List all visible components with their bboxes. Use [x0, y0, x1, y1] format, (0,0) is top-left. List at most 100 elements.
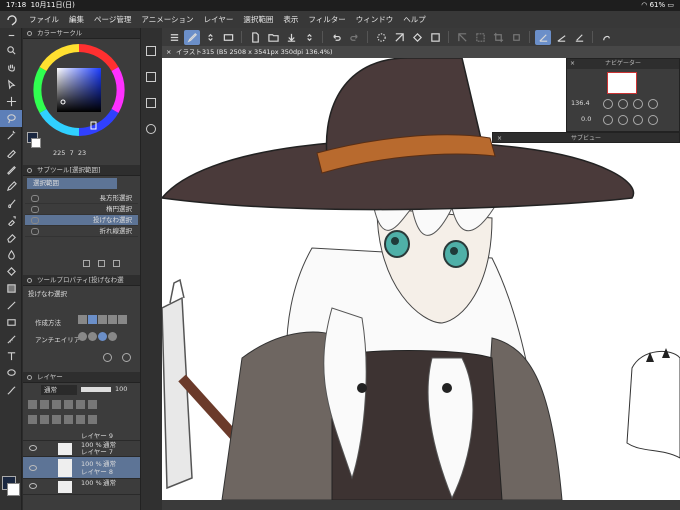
rotate-right-icon[interactable]	[618, 115, 628, 125]
menu-selection[interactable]: 選択範囲	[238, 11, 278, 28]
edit-mode-button[interactable]	[184, 29, 200, 45]
visibility-eye-icon[interactable]	[29, 483, 37, 489]
subtool-item-rect-select[interactable]: 長方形選択	[25, 193, 138, 204]
clear-button[interactable]	[391, 30, 407, 45]
ruler-button[interactable]	[553, 30, 569, 45]
operation-tool-icon[interactable]	[0, 76, 22, 93]
canvas-tab[interactable]: × イラスト315 (B5 2508 x 3541px 350dpi 136.4%…	[162, 46, 680, 58]
menu-file[interactable]: ファイル	[24, 11, 64, 28]
new-vector-layer-icon[interactable]	[40, 415, 49, 424]
clip-icon[interactable]	[28, 400, 37, 409]
trim-button[interactable]	[508, 30, 524, 45]
eraser-tool-icon[interactable]	[0, 229, 22, 246]
lock-alpha-icon[interactable]	[76, 400, 85, 409]
material-icon[interactable]	[146, 72, 156, 82]
export-icon[interactable]	[146, 46, 156, 56]
new-folder-icon[interactable]	[52, 415, 61, 424]
mask-icon[interactable]	[88, 400, 97, 409]
eyedropper-tool-icon[interactable]	[0, 144, 22, 161]
search-icon[interactable]	[122, 353, 131, 362]
ruler-tool-icon[interactable]	[0, 331, 22, 348]
loading-icon[interactable]	[373, 30, 389, 45]
pencil-tool-icon[interactable]	[0, 178, 22, 195]
companion-button[interactable]	[598, 30, 614, 45]
airbrush-tool-icon[interactable]	[0, 212, 22, 229]
antialias-none[interactable]	[78, 332, 87, 341]
antialias-weak[interactable]	[88, 332, 97, 341]
blend-mode-select[interactable]: 通常	[41, 385, 77, 395]
pen-tool-icon[interactable]	[0, 161, 22, 178]
panel-menu-icon[interactable]	[27, 31, 32, 36]
lasso-selection-tool-icon[interactable]	[0, 110, 22, 127]
sub-color-swatch[interactable]	[7, 483, 20, 496]
flip-horizontal-icon[interactable]	[648, 115, 658, 125]
magic-wand-tool-icon[interactable]	[0, 127, 22, 144]
select-selection-option[interactable]	[118, 315, 127, 324]
frame-tool-icon[interactable]	[0, 314, 22, 331]
hand-tool-icon[interactable]	[0, 59, 22, 76]
menu-help[interactable]: ヘルプ	[398, 11, 431, 28]
reference-icon[interactable]	[40, 400, 49, 409]
layer-row[interactable]: レイヤー 9	[23, 431, 140, 441]
layer-property-icon[interactable]	[146, 98, 156, 108]
antialias-strong[interactable]	[108, 332, 117, 341]
fill-button[interactable]	[409, 30, 425, 45]
layer-row[interactable]: 100 % 通常 レイヤー 7	[23, 441, 140, 457]
display-button[interactable]	[220, 30, 236, 45]
zoom-out-icon[interactable]	[603, 99, 613, 109]
zoom-in-icon[interactable]	[618, 99, 628, 109]
save-button[interactable]	[283, 30, 299, 45]
subtool-group-tab[interactable]: 選択範囲	[27, 178, 117, 189]
crop-button[interactable]	[490, 30, 506, 45]
chevron-updown-icon[interactable]	[301, 30, 317, 45]
deselect-button[interactable]	[454, 30, 470, 45]
new-subtool-icon[interactable]	[83, 260, 90, 267]
correct-line-tool-icon[interactable]	[0, 382, 22, 399]
antialias-medium[interactable]	[98, 332, 107, 341]
color-panel-sub-swatch[interactable]	[31, 138, 41, 148]
palette-grip-icon[interactable]	[0, 28, 22, 42]
delete-layer-icon[interactable]	[88, 415, 97, 424]
visibility-eye-icon[interactable]	[29, 445, 37, 451]
close-icon[interactable]: ×	[570, 59, 575, 69]
merge-down-icon[interactable]	[64, 415, 73, 424]
menu-filter[interactable]: フィルター	[303, 11, 350, 28]
add-selection-option[interactable]	[88, 315, 97, 324]
menu-toggle-button[interactable]	[166, 30, 182, 45]
reset-rotation-icon[interactable]	[633, 115, 643, 125]
text-tool-icon[interactable]	[0, 348, 22, 365]
app-logo-icon[interactable]	[4, 13, 20, 27]
invert-selection-button[interactable]	[472, 30, 488, 45]
pen-pressure-button[interactable]	[571, 30, 587, 45]
redo-button[interactable]	[346, 30, 362, 45]
new-file-button[interactable]	[247, 30, 263, 45]
menu-view[interactable]: 表示	[278, 11, 303, 28]
add-mask-icon[interactable]	[76, 415, 85, 424]
close-icon[interactable]: ×	[497, 133, 502, 144]
subtool-item-ellipse-select[interactable]: 楕円選択	[25, 204, 138, 215]
lock-icon[interactable]	[64, 400, 73, 409]
move-layer-tool-icon[interactable]	[0, 93, 22, 110]
blend-tool-icon[interactable]	[0, 246, 22, 263]
new-selection-option[interactable]	[78, 315, 87, 324]
canvas-horizontal-scrollbar[interactable]	[162, 500, 680, 510]
gradient-tool-icon[interactable]	[0, 280, 22, 297]
opacity-slider[interactable]	[81, 387, 111, 392]
layer-row[interactable]: 100 % 通常	[23, 479, 140, 495]
fit-icon[interactable]	[633, 99, 643, 109]
chevron-updown-icon[interactable]	[202, 30, 218, 45]
menu-animation[interactable]: アニメーション	[136, 11, 198, 28]
figure-tool-icon[interactable]	[0, 297, 22, 314]
delete-subtool-icon[interactable]	[113, 260, 120, 267]
menu-window[interactable]: ウィンドウ	[351, 11, 399, 28]
rotate-left-icon[interactable]	[603, 115, 613, 125]
zoom-tool-icon[interactable]	[0, 42, 22, 59]
subview-panel[interactable]: × サブビュー	[492, 132, 680, 143]
menu-page[interactable]: ページ管理	[89, 11, 136, 28]
brush-tool-icon[interactable]	[0, 195, 22, 212]
actual-size-icon[interactable]	[648, 99, 658, 109]
transform-button[interactable]	[427, 30, 443, 45]
open-folder-button[interactable]	[265, 30, 281, 45]
subtool-item-lasso-select[interactable]: 投げなわ選択	[25, 215, 138, 226]
duplicate-subtool-icon[interactable]	[98, 260, 105, 267]
